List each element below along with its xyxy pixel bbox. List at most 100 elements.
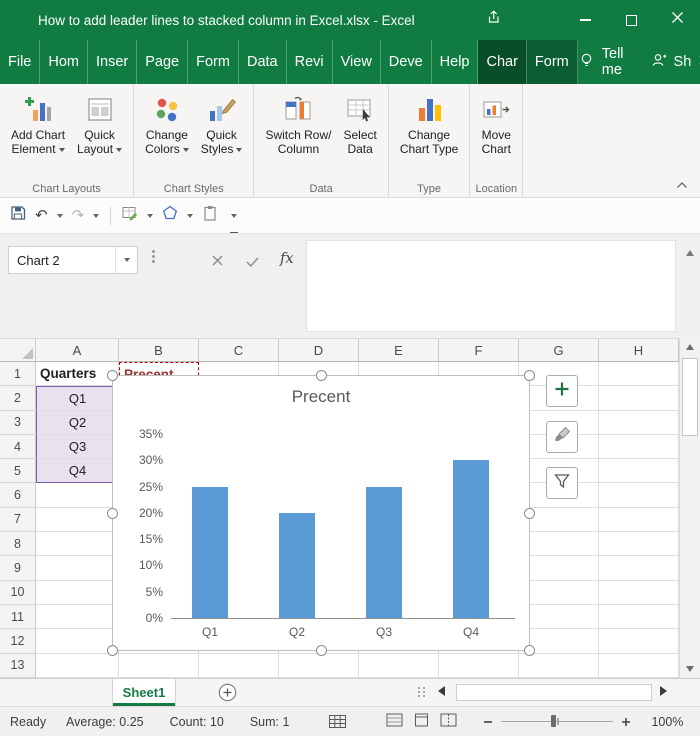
cell-A5[interactable]: Q4: [36, 459, 119, 484]
change-chart-type-button[interactable]: Change Chart Type: [394, 90, 464, 180]
redo-dropdown-icon[interactable]: [93, 213, 100, 218]
resize-handle-top-right[interactable]: [524, 370, 535, 381]
cell-H11[interactable]: [599, 604, 679, 630]
maximize-button[interactable]: [608, 0, 654, 40]
undo-dropdown-icon[interactable]: [56, 213, 63, 218]
select-data-button[interactable]: Select Data: [337, 90, 382, 180]
redo-button[interactable]: ↷: [72, 208, 85, 223]
cell-H5[interactable]: [599, 459, 679, 484]
scroll-right-icon[interactable]: [660, 686, 667, 696]
column-header-G[interactable]: G: [519, 339, 599, 361]
vertical-scrollbar[interactable]: [679, 338, 700, 678]
page-layout-view-button[interactable]: [413, 713, 430, 730]
chart-bar-Q1[interactable]: [192, 486, 228, 618]
customize-qat-button[interactable]: [230, 213, 239, 233]
zoom-slider[interactable]: [501, 715, 614, 728]
row-header-11[interactable]: 11: [0, 604, 36, 630]
chart-elements-button[interactable]: [546, 375, 578, 407]
cell-F13[interactable]: [439, 653, 519, 678]
shape-dropdown-icon[interactable]: [187, 213, 194, 218]
chart-styles-button[interactable]: [546, 421, 578, 453]
cell-A13[interactable]: [36, 653, 119, 678]
vertical-scrollbar-thumb[interactable]: [682, 358, 698, 436]
resize-handle-top-left[interactable]: [107, 370, 118, 381]
add-chart-element-button[interactable]: Add Chart Element: [5, 90, 71, 180]
table-draw-dropdown-icon[interactable]: [147, 213, 154, 218]
scroll-down-button[interactable]: [680, 660, 700, 678]
row-header-1[interactable]: 1: [0, 362, 36, 387]
resize-handle-top-center[interactable]: [316, 370, 327, 381]
share-label[interactable]: Sh: [674, 54, 692, 70]
cell-A11[interactable]: [36, 604, 119, 630]
cell-H3[interactable]: [599, 410, 679, 435]
column-header-A[interactable]: A: [36, 339, 119, 361]
zoom-level[interactable]: 100%: [643, 715, 683, 729]
tab-char-10[interactable]: Char: [478, 40, 527, 84]
cell-H9[interactable]: [599, 556, 679, 581]
cell-G8[interactable]: [519, 532, 599, 557]
column-header-D[interactable]: D: [279, 339, 359, 361]
cell-G9[interactable]: [519, 556, 599, 581]
row-header-8[interactable]: 8: [0, 532, 36, 557]
namebox-resize-handle[interactable]: [152, 250, 155, 263]
cell-H8[interactable]: [599, 532, 679, 557]
resize-handle-middle-right[interactable]: [524, 508, 535, 519]
horizontal-scrollbar[interactable]: [456, 684, 652, 701]
quick-styles-button[interactable]: Quick Styles: [195, 90, 249, 180]
clipboard-button[interactable]: [202, 205, 218, 226]
row-header-3[interactable]: 3: [0, 410, 36, 435]
cell-G13[interactable]: [519, 653, 599, 678]
chart[interactable]: Precent Q1 Q2 Q3 Q4 35% 30% 25% 20% 15% 10% 5% 0%: [107, 370, 535, 656]
save-button[interactable]: [10, 205, 26, 226]
insert-function-button[interactable]: fx: [280, 251, 294, 267]
tell-me-label[interactable]: Tell me: [602, 46, 629, 78]
resize-handle-bottom-right[interactable]: [524, 645, 535, 656]
cell-E13[interactable]: [359, 653, 439, 678]
cancel-button[interactable]: [212, 253, 223, 271]
switch-row-column-button[interactable]: Switch Row/ Column: [259, 90, 337, 180]
tab-form-4[interactable]: Form: [188, 40, 239, 84]
sheet-tab-sheet1[interactable]: Sheet1: [112, 679, 176, 706]
chart-bar-Q2[interactable]: [279, 512, 315, 618]
column-header-H[interactable]: H: [599, 339, 679, 361]
cell-A9[interactable]: [36, 556, 119, 581]
row-header-5[interactable]: 5: [0, 459, 36, 484]
row-header-6[interactable]: 6: [0, 483, 36, 508]
row-header-10[interactable]: 10: [0, 580, 36, 605]
tabbar-resize-handle[interactable]: [418, 687, 425, 697]
zoom-out-button[interactable]: [483, 717, 493, 727]
chart-filters-button[interactable]: [546, 467, 578, 499]
undo-button[interactable]: ↶: [35, 208, 48, 223]
cell-G11[interactable]: [519, 604, 599, 630]
tab-form-11[interactable]: Form: [526, 40, 578, 84]
cell-H7[interactable]: [599, 507, 679, 533]
collapse-formula-bar-icon[interactable]: [686, 250, 694, 256]
cell-G10[interactable]: [519, 580, 599, 605]
cell-B13[interactable]: [119, 653, 199, 678]
column-header-E[interactable]: E: [359, 339, 439, 361]
name-box-dropdown[interactable]: [115, 247, 137, 273]
tab-page-3[interactable]: Page: [137, 40, 189, 84]
name-box[interactable]: Chart 2: [8, 246, 138, 274]
cell-H4[interactable]: [599, 434, 679, 460]
scroll-up-button[interactable]: [680, 338, 700, 356]
tab-file-0[interactable]: File: [0, 40, 41, 84]
table-draw-button[interactable]: [122, 205, 138, 226]
cell-A8[interactable]: [36, 532, 119, 557]
cell-C13[interactable]: [199, 653, 279, 678]
resize-handle-bottom-center[interactable]: [316, 645, 327, 656]
column-header-C[interactable]: C: [199, 339, 279, 361]
column-header-B[interactable]: B: [119, 339, 199, 361]
scroll-left-icon[interactable]: [438, 686, 445, 696]
formula-input[interactable]: [306, 240, 676, 332]
row-header-4[interactable]: 4: [0, 434, 36, 460]
move-chart-button[interactable]: Move Chart: [475, 90, 517, 180]
chart-bar-Q3[interactable]: [366, 486, 402, 618]
zoom-in-button[interactable]: [621, 717, 631, 727]
cell-H2[interactable]: [599, 386, 679, 411]
tab-hom-1[interactable]: Hom: [40, 40, 88, 84]
tab-help-9[interactable]: Help: [432, 40, 479, 84]
zoom-slider-thumb[interactable]: [551, 715, 557, 728]
collapse-ribbon-button[interactable]: [672, 178, 692, 192]
page-break-view-button[interactable]: [440, 713, 457, 730]
